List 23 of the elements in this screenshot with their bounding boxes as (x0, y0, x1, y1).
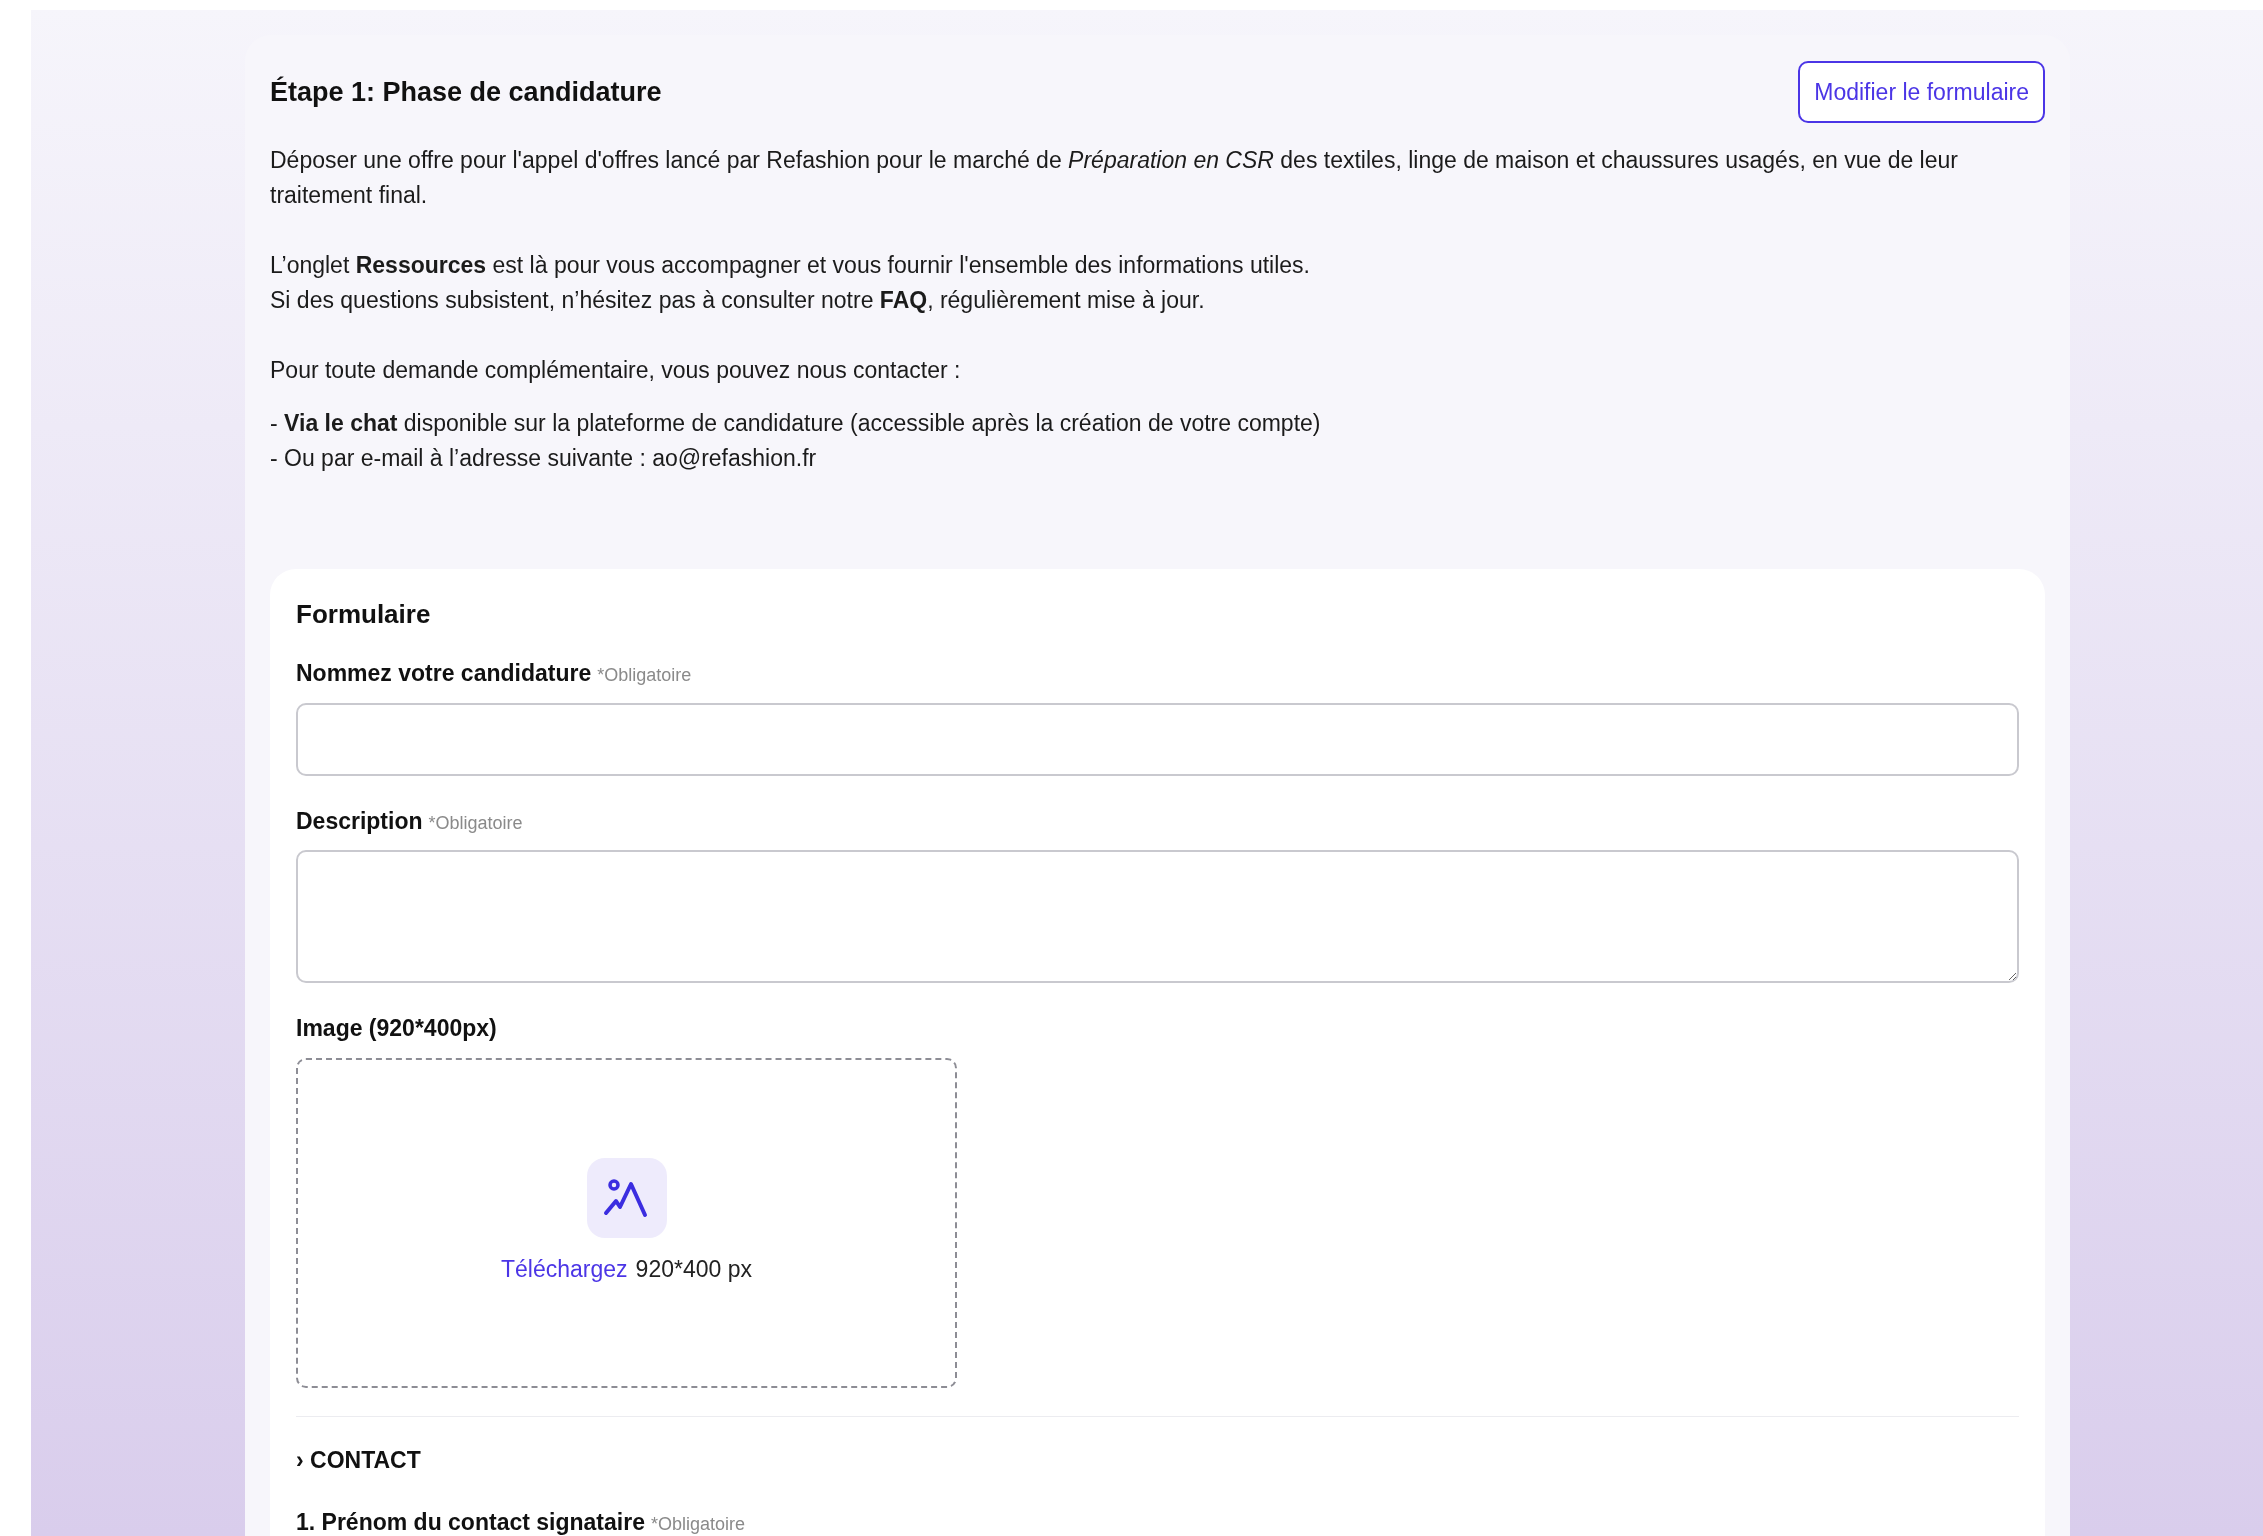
field-label: Description (296, 806, 423, 836)
info-text: - Via le chat disponible sur la plateforme de candidature (accessible après la création de votre compte) (270, 409, 1322, 438)
required-note: *Obligatoire (597, 664, 692, 687)
upload-link[interactable]: Téléchargez (501, 1252, 628, 1287)
info-text: L’onglet Ressources est là pour vous accompagner et vous fournir l'ensemble des informations utiles. (270, 251, 1311, 280)
field-label: 1. Prénom du contact signataire (296, 1508, 645, 1536)
required-note: *Obligatoire (650, 1513, 745, 1536)
info-text: Si des questions subsistent, n’hésitez pas à consulter notre FAQ, régulièrement mise à jour. (270, 286, 1206, 315)
info-text: - Ou par e-mail à l’adresse suivante : ao@refashion.fr (270, 444, 818, 473)
text-area[interactable] (296, 850, 2019, 983)
field-label: Image (920*400px) (296, 1014, 497, 1043)
step-title: Étape 1: Phase de candidature (270, 75, 662, 109)
section-heading[interactable]: › CONTACT (296, 1446, 421, 1473)
upload-hint: 920*400 px (635, 1255, 752, 1285)
image-dropzone[interactable]: Téléchargez 920*400 px (296, 1057, 957, 1388)
info-text: Déposer une offre pour l'appel d'offres lancé par Refashion pour le marché de Préparation en CSR des textiles, linge de maison et chaussures usagés, en vue de leur traitement final. (270, 146, 1959, 210)
text-field[interactable] (296, 702, 2019, 776)
info-text: Pour toute demande complémentaire, vous pouvez nous contacter : (270, 356, 962, 385)
image-icon (586, 1158, 667, 1239)
form-title: Formulaire (296, 598, 432, 631)
field-label: Nommez votre candidature (296, 659, 592, 688)
edit-form-button[interactable]: Modifier le formulaire (1798, 61, 2045, 123)
required-note: *Obligatoire (428, 811, 523, 835)
